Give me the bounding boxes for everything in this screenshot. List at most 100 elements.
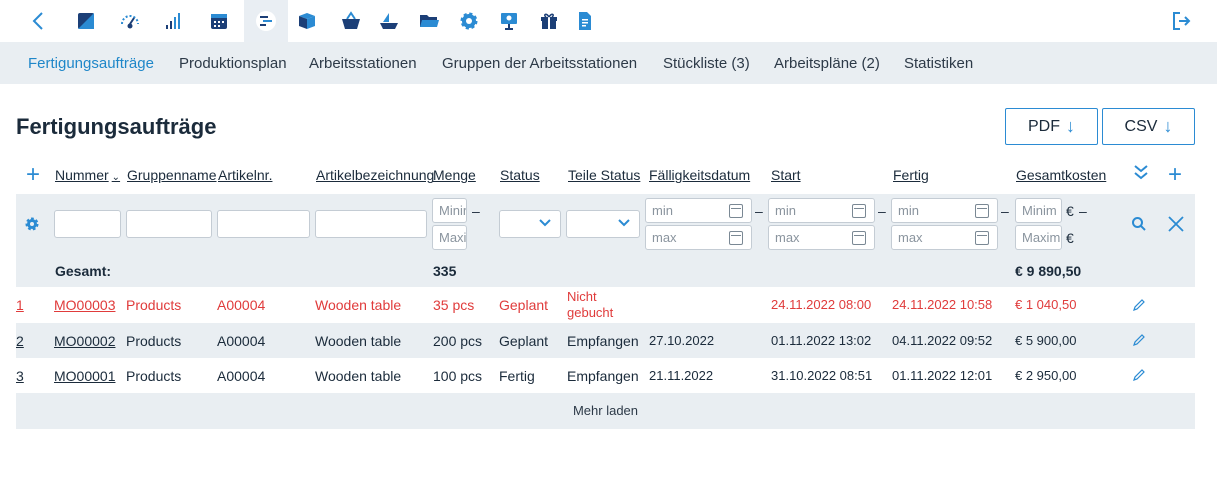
artikelnr-cell: A00004 <box>217 297 266 313</box>
gesamtkosten-cell: € 1 040,50 <box>1015 297 1077 312</box>
tab-arbeitsplaene[interactable]: Arbeitspläne (2) <box>774 55 880 72</box>
order-number-link[interactable]: MO00003 <box>54 297 115 313</box>
menge-min-input[interactable]: Minir <box>432 198 467 223</box>
column-header-faelligkeitsdatum[interactable]: Fälligkeitsdatum <box>649 167 750 183</box>
gruppenname-filter-input[interactable] <box>126 210 212 238</box>
artikelnr-cell: A00004 <box>217 368 266 384</box>
tab-stueckliste[interactable]: Stückliste (3) <box>663 55 750 72</box>
column-header-artikelbezeichnung[interactable]: Artikelbezeichnung <box>316 167 434 183</box>
totals-menge: 335 <box>433 263 457 279</box>
menge-cell: 200 pcs <box>433 333 483 349</box>
search-icon[interactable] <box>1131 216 1147 235</box>
bar-chart-icon[interactable] <box>158 6 188 36</box>
basket-icon[interactable] <box>336 6 366 36</box>
calendar-icon[interactable] <box>729 231 743 245</box>
kosten-max-input[interactable]: Maxim <box>1015 225 1062 250</box>
fertig-cell: 04.11.2022 09:52 <box>892 333 993 348</box>
faelligkeitsdatum-cell: 21.11.2022 <box>649 368 714 383</box>
table-row[interactable]: 1 MO00003 Products A00004 Wooden table 3… <box>16 287 1195 323</box>
tab-fertigungsauftraege[interactable]: Fertigungsaufträge <box>28 55 154 72</box>
column-header-start[interactable]: Start <box>771 167 801 183</box>
tab-statistiken[interactable]: Statistiken <box>904 55 973 72</box>
csv-export-button[interactable]: CSV ↓ <box>1102 108 1195 145</box>
load-more-button[interactable]: Mehr laden <box>16 403 1195 418</box>
calendar-icon[interactable] <box>852 204 866 218</box>
faellig-max-input[interactable]: max <box>645 225 752 250</box>
nummer-filter-input[interactable] <box>54 210 121 238</box>
menge-cell: 100 pcs <box>433 368 483 384</box>
logout-icon[interactable] <box>1166 6 1196 36</box>
artikelbezeichnung-cell: Wooden table <box>315 297 402 313</box>
column-header-artikelnr[interactable]: Artikelnr. <box>218 167 272 183</box>
kosten-min-input[interactable]: Minim <box>1015 198 1062 223</box>
menge-cell: 35 pcs <box>433 297 475 313</box>
column-header-menge[interactable]: Menge <box>433 167 476 183</box>
back-icon[interactable] <box>24 6 54 36</box>
calendar-icon[interactable] <box>975 231 989 245</box>
gruppenname-cell: Products <box>126 368 182 384</box>
tab-gruppen-arbeitsstationen[interactable]: Gruppen der Arbeitsstationen <box>442 55 637 72</box>
ship-icon[interactable] <box>374 6 404 36</box>
table-row[interactable]: 2 MO00002 Products A00004 Wooden table 2… <box>16 323 1195 358</box>
manufacturing-icon[interactable] <box>244 0 288 42</box>
row-index-link[interactable]: 2 <box>16 333 24 349</box>
arrow-down-icon: ↓ <box>1163 116 1173 136</box>
artikelbezeichnung-filter-input[interactable] <box>315 210 427 238</box>
column-header-nummer[interactable]: Nummer ⌄ <box>55 167 120 183</box>
start-max-input[interactable]: max <box>768 225 875 250</box>
edit-pencil-icon[interactable] <box>1132 333 1146 347</box>
gear-icon[interactable] <box>24 216 40 235</box>
column-header-fertig[interactable]: Fertig <box>893 167 929 183</box>
fertig-max-input[interactable]: max <box>891 225 998 250</box>
tab-produktionsplan[interactable]: Produktionsplan <box>179 55 287 72</box>
tab-arbeitsstationen[interactable]: Arbeitsstationen <box>309 55 417 72</box>
calendar-icon[interactable] <box>852 231 866 245</box>
column-header-status[interactable]: Status <box>500 167 540 183</box>
row-index-link[interactable]: 3 <box>16 368 24 384</box>
placeholder: min <box>652 203 673 218</box>
calendar-icon[interactable] <box>729 204 743 218</box>
add-column-icon[interactable]: + <box>1168 163 1182 187</box>
artikelbezeichnung-cell: Wooden table <box>315 333 402 349</box>
start-min-input[interactable]: min <box>768 198 875 223</box>
table-row[interactable]: 3 MO00001 Products A00004 Wooden table 1… <box>16 358 1195 393</box>
calendar-icon[interactable] <box>975 204 989 218</box>
order-number-link[interactable]: MO00002 <box>54 333 115 349</box>
teile-status-cell: Empfangen <box>567 333 639 349</box>
teile-status-select[interactable] <box>566 210 640 238</box>
presentation-icon[interactable] <box>494 6 524 36</box>
dashboard-icon[interactable] <box>71 6 101 36</box>
start-cell: 01.11.2022 13:02 <box>771 333 872 348</box>
gruppenname-cell: Products <box>126 297 182 313</box>
gift-icon[interactable] <box>534 6 564 36</box>
row-index-link[interactable]: 1 <box>16 297 24 313</box>
folder-icon[interactable] <box>414 6 444 36</box>
settings-icon[interactable] <box>454 6 484 36</box>
document-icon[interactable] <box>570 6 600 36</box>
calendar-icon[interactable] <box>204 6 234 36</box>
clear-filter-icon[interactable] <box>1167 215 1185 236</box>
faellig-min-input[interactable]: min <box>645 198 752 223</box>
chevron-down-icon <box>538 216 552 233</box>
column-header-gesamtkosten[interactable]: Gesamtkosten <box>1016 167 1106 183</box>
artikelnr-filter-input[interactable] <box>217 210 310 238</box>
speedometer-icon[interactable] <box>115 6 145 36</box>
column-header-gruppenname[interactable]: Gruppenname <box>127 167 217 183</box>
box-icon[interactable] <box>292 6 322 36</box>
faelligkeitsdatum-cell: 27.10.2022 <box>649 333 715 348</box>
status-select[interactable] <box>499 210 561 238</box>
column-header-teile-status[interactable]: Teile Status <box>568 167 640 183</box>
fertig-min-input[interactable]: min <box>891 198 998 223</box>
edit-pencil-icon[interactable] <box>1132 368 1146 382</box>
add-row-icon[interactable]: + <box>26 163 40 187</box>
order-number-link[interactable]: MO00001 <box>54 368 115 384</box>
range-dash: – <box>472 203 480 219</box>
menge-max-input[interactable]: Maxi <box>432 225 467 250</box>
status-cell: Geplant <box>499 333 549 349</box>
edit-pencil-icon[interactable] <box>1132 298 1146 312</box>
sort-chevron-icon: ⌄ <box>111 172 121 183</box>
expand-all-icon[interactable] <box>1133 163 1149 184</box>
pdf-export-button[interactable]: PDF ↓ <box>1005 108 1098 145</box>
artikelbezeichnung-cell: Wooden table <box>315 368 402 384</box>
fertig-cell: 24.11.2022 10:58 <box>892 297 993 312</box>
